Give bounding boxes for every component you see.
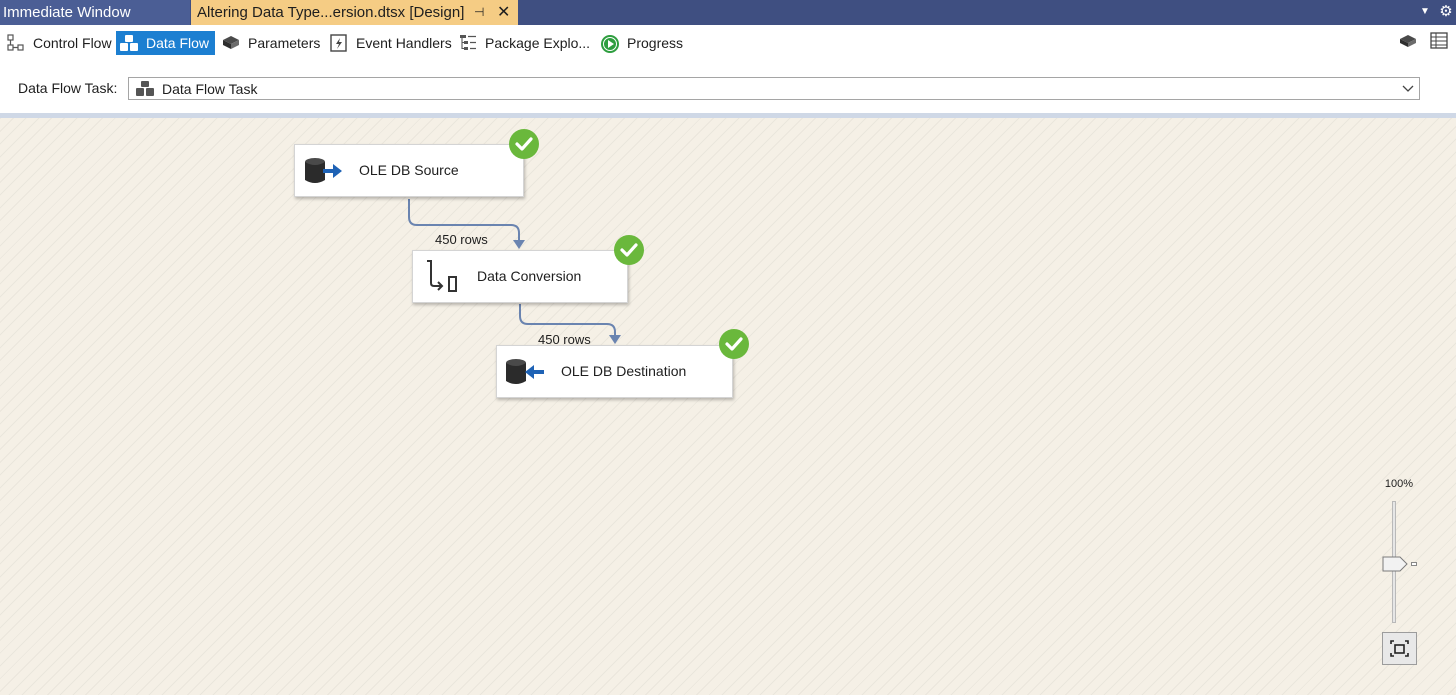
zoom-slider-thumb[interactable] — [1382, 556, 1412, 572]
tab-event-handlers-label: Event Handlers — [356, 35, 452, 51]
parameters-icon — [221, 34, 241, 52]
tab-parameters[interactable]: Parameters — [218, 31, 324, 55]
zoom-level-label: 100% — [1384, 478, 1414, 490]
tab-package-explorer[interactable]: Package Explo... — [455, 31, 594, 55]
ole-db-destination-label: OLE DB Destination — [561, 363, 687, 379]
ole-db-source-label: OLE DB Source — [359, 162, 459, 178]
tab-immediate-window[interactable]: Immediate Window — [0, 0, 190, 25]
designer-tab-toolbar: Control Flow Data Flow Parameters Event … — [0, 25, 1456, 63]
ole-db-source-component[interactable]: OLE DB Source — [294, 144, 524, 197]
success-check-icon — [613, 234, 645, 266]
tab-package-explorer-label: Package Explo... — [485, 35, 591, 51]
data-conversion-label: Data Conversion — [477, 268, 582, 284]
data-flow-task-icon — [135, 81, 155, 97]
tab-parameters-label: Parameters — [248, 35, 321, 51]
task-selector-dropdown[interactable]: Data Flow Task — [128, 77, 1420, 100]
path-connectors — [408, 199, 621, 344]
zoom-default-tick — [1411, 562, 1417, 566]
task-selector-bar: Data Flow Task: Data Flow Task — [0, 63, 1456, 113]
event-handlers-icon — [329, 34, 349, 52]
data-flow-canvas[interactable]: OLE DB Source 450 rows Data Conversion 4… — [0, 118, 1456, 695]
tab-control-flow[interactable]: Control Flow — [3, 31, 116, 55]
task-selector-label: Data Flow Task: — [18, 80, 118, 96]
arrow-source-to-conversion — [513, 240, 525, 249]
chevron-down-icon[interactable] — [1399, 78, 1417, 99]
fit-to-window-icon — [1390, 640, 1409, 657]
tab-data-flow[interactable]: Data Flow — [116, 31, 215, 55]
success-check-icon — [718, 328, 750, 360]
tab-progress[interactable]: Progress — [597, 31, 687, 55]
success-check-icon — [508, 128, 540, 160]
package-explorer-icon — [458, 34, 478, 52]
variables-icon[interactable] — [1398, 31, 1418, 51]
control-flow-icon — [6, 34, 26, 52]
tab-package-design-label: Altering Data Type...ersion.dtsx [Design… — [197, 4, 465, 21]
arrow-conversion-to-destination — [609, 335, 621, 344]
task-selector-value: Data Flow Task — [162, 81, 258, 97]
zoom-to-fit-button[interactable] — [1382, 632, 1417, 665]
data-conversion-component[interactable]: Data Conversion — [412, 250, 628, 303]
ole-db-destination-icon — [503, 356, 545, 393]
gear-icon[interactable]: ⚙ — [1438, 3, 1454, 21]
progress-icon — [600, 34, 620, 53]
ole-db-destination-component[interactable]: OLE DB Destination — [496, 345, 733, 398]
tab-immediate-window-label: Immediate Window — [3, 4, 131, 21]
tab-data-flow-label: Data Flow — [146, 35, 210, 51]
tab-package-design[interactable]: Altering Data Type...ersion.dtsx [Design… — [191, 0, 518, 25]
ole-db-source-icon — [303, 155, 343, 192]
data-conversion-icon — [425, 259, 461, 300]
pin-icon[interactable]: ⊣ — [474, 0, 484, 25]
document-tab-strip: Immediate Window Altering Data Type...er… — [0, 0, 1456, 25]
tab-event-handlers[interactable]: Event Handlers — [326, 31, 456, 55]
close-icon[interactable]: ✕ — [497, 0, 510, 25]
tab-list-dropdown-icon[interactable]: ▼ — [1418, 5, 1432, 19]
path-row-count: 450 rows — [435, 232, 488, 247]
tab-progress-label: Progress — [627, 35, 684, 51]
tab-control-flow-label: Control Flow — [33, 35, 112, 51]
grid-options-icon[interactable] — [1429, 31, 1449, 51]
data-flow-icon — [119, 34, 139, 52]
